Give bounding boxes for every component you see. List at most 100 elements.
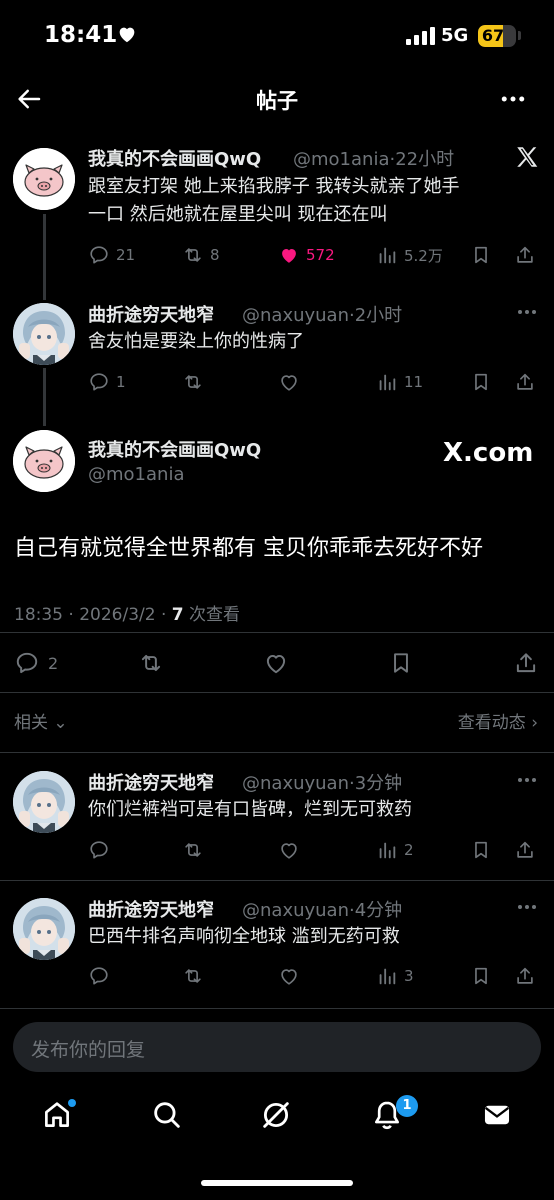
share-icon bbox=[513, 650, 539, 676]
repost-icon bbox=[182, 371, 204, 393]
share-icon bbox=[514, 965, 536, 987]
bookmark-button[interactable] bbox=[388, 648, 414, 678]
more-options-icon[interactable] bbox=[516, 902, 538, 912]
share-button[interactable] bbox=[514, 369, 536, 395]
repost-button[interactable] bbox=[182, 369, 204, 395]
author-name[interactable]: 曲折途穷天地窄 bbox=[88, 769, 214, 795]
like-button[interactable] bbox=[263, 648, 289, 678]
share-icon bbox=[514, 371, 536, 393]
share-icon bbox=[514, 244, 536, 266]
battery-tip bbox=[518, 31, 521, 40]
like-button[interactable]: 572 bbox=[278, 242, 335, 268]
reply-icon bbox=[88, 371, 110, 393]
bookmark-icon bbox=[388, 650, 414, 676]
reply-text: 巴西牛排名声响彻全地球 滥到无药可救 bbox=[88, 926, 400, 947]
home-indicator bbox=[201, 1180, 353, 1186]
like-button[interactable] bbox=[278, 837, 300, 863]
post-text: 跟室友打架 她上来掐我脖子 我转头就亲了她手 一口 然后她就在屋里尖叫 现在还在… bbox=[88, 176, 460, 225]
grok-icon[interactable] bbox=[259, 1098, 293, 1132]
like-button[interactable] bbox=[278, 963, 300, 989]
author-name[interactable]: 曲折途穷天地窄 bbox=[88, 896, 214, 922]
avatar[interactable] bbox=[13, 771, 75, 833]
page-title: 帖子 bbox=[256, 89, 298, 113]
author-name[interactable]: 我真的不会画画QwQ bbox=[88, 145, 261, 171]
views-button[interactable]: 5.2万 bbox=[376, 242, 443, 268]
reply-icon bbox=[88, 839, 110, 861]
repost-icon bbox=[182, 244, 204, 266]
bookmark-button[interactable] bbox=[470, 963, 492, 989]
avatar[interactable] bbox=[13, 148, 75, 210]
heart-icon bbox=[263, 650, 289, 676]
divider bbox=[0, 692, 554, 693]
reply-placeholder: 发布你的回复 bbox=[31, 1039, 146, 1061]
search-icon[interactable] bbox=[150, 1098, 184, 1132]
author-handle[interactable]: @naxuyuan·2小时 bbox=[242, 301, 402, 327]
signal-icon bbox=[406, 27, 435, 45]
views-button[interactable]: 11 bbox=[376, 369, 423, 395]
reply-icon bbox=[14, 650, 40, 676]
views-button[interactable]: 3 bbox=[376, 963, 414, 989]
post-text: 舍友怕是要染上你的性病了 bbox=[88, 331, 304, 352]
divider bbox=[0, 632, 554, 633]
repost-icon bbox=[182, 965, 204, 987]
reply-button[interactable]: 1 bbox=[88, 369, 126, 395]
see-activity-link[interactable]: 查看动态 › bbox=[458, 708, 538, 733]
main-post-text: 自己有就觉得全世界都有 宝贝你乖乖去死好不好 bbox=[14, 536, 483, 561]
author-handle[interactable]: @mo1ania·22小时 bbox=[293, 145, 454, 171]
repost-button[interactable] bbox=[182, 963, 204, 989]
related-dropdown[interactable]: 相关 ⌄ bbox=[14, 708, 68, 733]
chevron-down-icon: ⌄ bbox=[53, 713, 68, 733]
more-icon[interactable] bbox=[498, 84, 528, 114]
clock: 18:41 bbox=[44, 22, 118, 48]
reply-button[interactable] bbox=[88, 837, 110, 863]
author-handle[interactable]: @naxuyuan·3分钟 bbox=[242, 769, 402, 795]
views-icon bbox=[376, 965, 398, 987]
share-icon bbox=[514, 839, 536, 861]
repost-button[interactable] bbox=[182, 837, 204, 863]
bookmark-button[interactable] bbox=[470, 837, 492, 863]
share-button[interactable] bbox=[514, 242, 536, 268]
avatar[interactable] bbox=[13, 430, 75, 492]
battery-level: 67 bbox=[481, 26, 505, 45]
bookmark-icon bbox=[470, 965, 492, 987]
divider bbox=[0, 752, 554, 753]
thread-line bbox=[43, 368, 46, 426]
reply-button[interactable]: 21 bbox=[88, 242, 135, 268]
reply-input[interactable]: 发布你的回复 bbox=[13, 1022, 541, 1072]
author-name[interactable]: 我真的不会画画QwQ bbox=[88, 436, 261, 462]
heart-icon bbox=[278, 839, 300, 861]
bookmark-icon bbox=[470, 839, 492, 861]
top-nav: 帖子 bbox=[0, 72, 554, 128]
bookmark-icon bbox=[470, 371, 492, 393]
avatar[interactable] bbox=[13, 303, 75, 365]
messages-icon[interactable] bbox=[480, 1098, 514, 1132]
x-logo-icon bbox=[514, 144, 540, 170]
heart-icon bbox=[119, 27, 135, 43]
repost-button[interactable] bbox=[138, 648, 164, 678]
share-button[interactable] bbox=[514, 963, 536, 989]
more-options-icon[interactable] bbox=[516, 307, 538, 317]
views-icon bbox=[376, 839, 398, 861]
bookmark-button[interactable] bbox=[470, 369, 492, 395]
share-button[interactable] bbox=[513, 648, 539, 678]
author-handle[interactable]: @mo1ania bbox=[88, 464, 184, 485]
battery-icon: 67 bbox=[478, 25, 516, 47]
views-icon bbox=[376, 244, 398, 266]
more-options-icon[interactable] bbox=[516, 775, 538, 785]
repost-button[interactable]: 8 bbox=[182, 242, 220, 268]
views-button[interactable]: 2 bbox=[376, 837, 414, 863]
status-bar: 18:41 5G 67 bbox=[0, 0, 554, 70]
reply-button[interactable] bbox=[88, 963, 110, 989]
author-name[interactable]: 曲折途穷天地窄 bbox=[88, 301, 214, 327]
like-button[interactable] bbox=[278, 369, 300, 395]
avatar[interactable] bbox=[13, 898, 75, 960]
bookmark-button[interactable] bbox=[470, 242, 492, 268]
home-unread-dot bbox=[68, 1099, 76, 1107]
post-meta: 18:35 · 2026/3/2 · 7 次查看 bbox=[14, 605, 241, 625]
reply-button[interactable]: 2 bbox=[14, 648, 58, 678]
divider bbox=[0, 1008, 554, 1009]
bottom-tab-bar bbox=[0, 1086, 554, 1156]
chevron-right-icon: › bbox=[531, 713, 538, 733]
author-handle[interactable]: @naxuyuan·4分钟 bbox=[242, 896, 402, 922]
share-button[interactable] bbox=[514, 837, 536, 863]
